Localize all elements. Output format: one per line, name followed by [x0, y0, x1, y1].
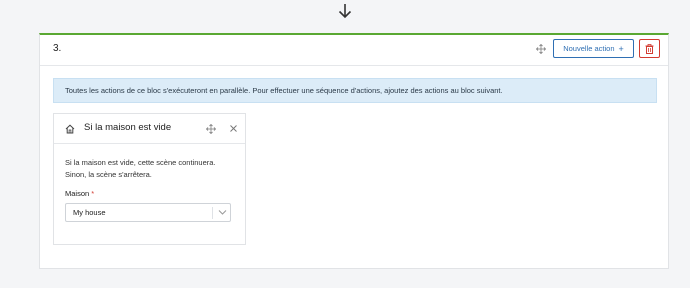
new-action-button[interactable]: Nouvelle action +	[553, 39, 634, 58]
trash-icon	[645, 43, 654, 54]
close-icon[interactable]	[229, 124, 238, 133]
condition-description: Si la maison est vide, cette scène conti…	[65, 157, 245, 181]
condition-header: Si la maison est vide	[54, 114, 245, 144]
house-select-value: My house	[73, 208, 106, 217]
info-text: Toutes les actions de ce bloc s'exécuter…	[65, 86, 503, 95]
description-line-1: Si la maison est vide, cette scène conti…	[65, 158, 216, 167]
move-icon[interactable]	[206, 124, 216, 134]
info-banner: Toutes les actions de ce bloc s'exécuter…	[53, 78, 657, 103]
home-icon	[65, 124, 75, 134]
condition-title: Si la maison est vide	[84, 122, 172, 133]
description-line-2: Sinon, la scène s'arrêtera.	[65, 170, 152, 179]
arrow-down-icon	[338, 4, 352, 19]
new-action-label: Nouvelle action	[563, 44, 615, 53]
move-icon[interactable]	[536, 44, 546, 54]
scene-block: 3. Nouvelle action + Toutes les actions …	[39, 33, 669, 269]
condition-card: Si la maison est vide Si la maison est v…	[53, 113, 246, 245]
house-field-label: Maison *	[65, 189, 94, 198]
house-select[interactable]: My house	[65, 203, 231, 222]
delete-block-button[interactable]	[639, 39, 660, 58]
plus-icon: +	[618, 43, 624, 54]
select-divider	[212, 207, 213, 219]
block-header: 3. Nouvelle action +	[40, 35, 668, 66]
required-marker: *	[91, 189, 95, 198]
block-number: 3.	[53, 43, 62, 54]
chevron-down-icon[interactable]	[218, 209, 227, 216]
house-label-text: Maison	[65, 189, 90, 198]
